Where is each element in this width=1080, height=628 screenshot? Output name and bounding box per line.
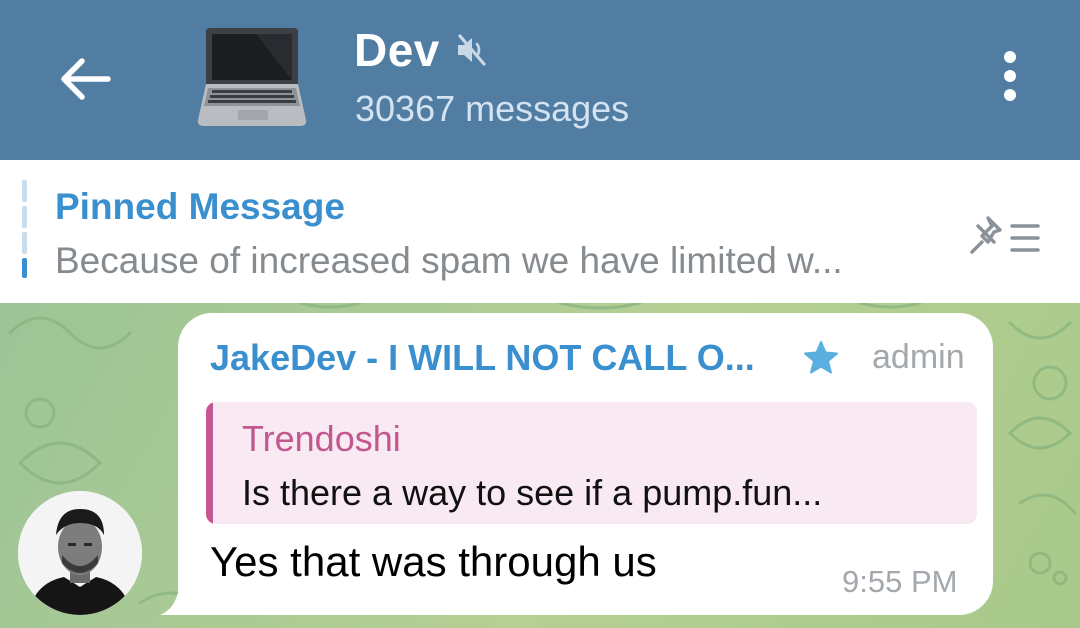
message-time: 9:55 PM bbox=[842, 564, 958, 599]
message-text: Yes that was through us bbox=[210, 538, 657, 585]
sender-avatar[interactable] bbox=[18, 491, 142, 615]
chat-avatar[interactable] bbox=[196, 22, 308, 134]
more-menu-button[interactable] bbox=[980, 44, 1040, 108]
reply-preview[interactable]: Trendoshi Is there a way to see if a pum… bbox=[206, 402, 977, 524]
user-photo bbox=[18, 491, 142, 615]
pinned-title: Pinned Message bbox=[55, 186, 345, 227]
chat-header: Dev 30367 messages bbox=[0, 0, 1080, 160]
reply-bar bbox=[206, 402, 213, 524]
back-button[interactable] bbox=[44, 44, 124, 114]
arrow-left-icon bbox=[61, 58, 111, 100]
pinned-indicator bbox=[22, 180, 27, 278]
reply-text: Is there a way to see if a pump.fun... bbox=[242, 472, 823, 513]
pinned-list-button[interactable] bbox=[964, 212, 1048, 262]
laptop-icon bbox=[197, 28, 307, 126]
chat-title: Dev bbox=[354, 24, 440, 76]
admin-tag: admin bbox=[872, 338, 965, 376]
pin-list-icon bbox=[970, 216, 1040, 254]
pinned-message-bar[interactable]: Pinned Message Because of increased spam… bbox=[0, 160, 1080, 303]
more-vertical-icon bbox=[1004, 51, 1016, 63]
message-count: 30367 messages bbox=[355, 88, 630, 129]
sender-name[interactable]: JakeDev - I WILL NOT CALL O... bbox=[210, 337, 755, 379]
muted-speaker-icon bbox=[457, 34, 486, 66]
pinned-text: Because of increased spam we have limite… bbox=[55, 240, 843, 281]
star-icon bbox=[804, 341, 838, 374]
reply-author: Trendoshi bbox=[242, 418, 401, 459]
